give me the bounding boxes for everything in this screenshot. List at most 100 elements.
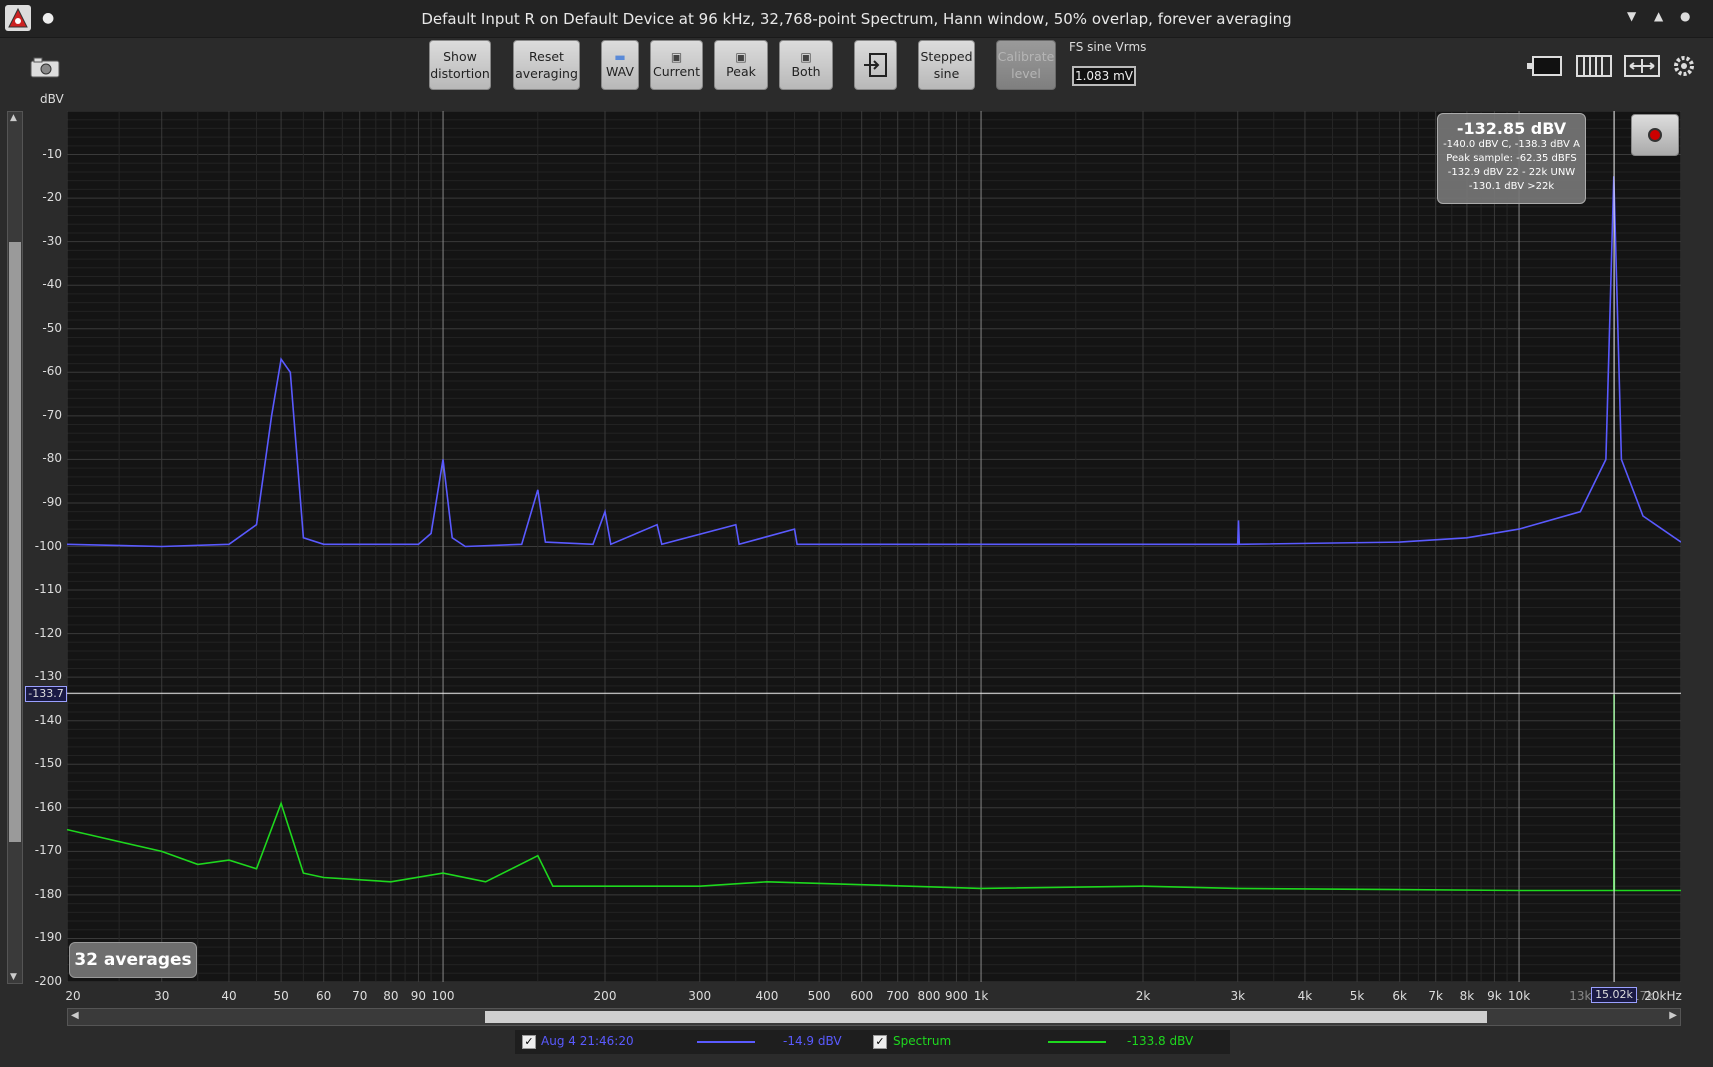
readout-line: -140.0 dBV C, -138.3 dBV A <box>1443 139 1580 150</box>
calibrate-level-button[interactable]: Calibrate level <box>996 40 1056 90</box>
wav-label: WAV <box>606 63 634 79</box>
fs-sine-input[interactable]: 1.083 mV <box>1072 66 1136 86</box>
y-tick-label: -40 <box>42 277 62 292</box>
camera-icon[interactable] <box>30 56 60 78</box>
x-tick-label: 9k <box>1487 989 1502 1003</box>
stepped-sine-button[interactable]: Stepped sine <box>918 40 975 90</box>
averages-badge: 32 averages <box>69 942 197 978</box>
x-tick-label: 20kHz <box>1644 989 1682 1003</box>
x-tick-label: 400 <box>755 989 779 1003</box>
show-distortion-label-2: distortion <box>430 66 490 81</box>
y-tick-label: -80 <box>42 451 62 466</box>
stepped-sine-label-2: sine <box>933 66 960 81</box>
y-tick-label: -170 <box>34 843 62 858</box>
x-tick-label: 500 <box>807 989 831 1003</box>
scroll-left-icon[interactable]: ◀ <box>71 1010 79 1021</box>
trace1-checkbox[interactable]: ✓ <box>522 1035 536 1049</box>
trace1-swatch <box>697 1041 755 1043</box>
fs-sine-label: FS sine Vrms <box>1069 40 1147 54</box>
legend-bar: ✓ Aug 4 21:46:20 -14.9 dBV ✓ Spectrum -1… <box>515 1030 1230 1054</box>
x-tick-label: 10k <box>1507 989 1531 1003</box>
trace1-value: -14.9 dBV <box>783 1034 842 1048</box>
y-tick-label: -100 <box>34 538 62 553</box>
level-readout-panel: -132.85 dBV -140.0 dBV C, -138.3 dBV A P… <box>1437 113 1586 204</box>
maximize-icon[interactable]: ▲ <box>1654 9 1663 23</box>
fullscreen-icon[interactable] <box>1624 53 1660 79</box>
stepped-sine-label-1: Stepped <box>920 49 973 64</box>
x-tick-label: 600 <box>850 989 874 1003</box>
y-tick-label: -110 <box>34 582 62 597</box>
scroll-down-icon[interactable]: ▼ <box>10 972 17 982</box>
close-icon[interactable]: ● <box>1680 9 1690 23</box>
x-tick-label: 5k <box>1349 989 1365 1003</box>
folder-icon: ▬ <box>614 49 626 64</box>
y-tick-label: -140 <box>34 712 62 727</box>
vertical-scrollbar[interactable]: ▲ ▼ <box>7 111 23 984</box>
x-tick-label: 80 <box>383 989 399 1003</box>
wav-button[interactable]: ▬ WAV <box>601 40 639 90</box>
x-tick-label: 200 <box>593 989 617 1003</box>
trace2-swatch <box>1048 1041 1106 1043</box>
y-tick-label: -20 <box>42 190 62 205</box>
import-button[interactable] <box>854 40 897 90</box>
x-tick-label: 4k <box>1297 989 1313 1003</box>
cursor-x-readout: 15.02k <box>1591 987 1637 1003</box>
series-line-spectrum <box>67 694 1681 892</box>
y-tick-label: -120 <box>34 625 62 640</box>
y-tick-label: -70 <box>42 407 62 422</box>
x-tick-label: 2k <box>1135 989 1151 1003</box>
save-peak-button[interactable]: ▣ Peak <box>714 40 768 90</box>
x-tick-label: 1k <box>973 989 989 1003</box>
save-icon: ▣ <box>800 49 812 64</box>
x-tick-label: 900 <box>944 989 968 1003</box>
readout-line: -130.1 dBV >22k <box>1468 181 1555 192</box>
screen-layout-icon[interactable] <box>1527 53 1565 79</box>
x-tick-label: 700 <box>886 989 910 1003</box>
x-tick-label: 6k <box>1392 989 1407 1003</box>
save-both-button[interactable]: ▣ Both <box>779 40 833 90</box>
calibrate-label-2: level <box>1011 66 1041 81</box>
horizontal-scroll-thumb[interactable] <box>485 1011 1487 1023</box>
calibrate-label-1: Calibrate <box>997 49 1055 64</box>
trace2-label: Spectrum <box>893 1034 952 1048</box>
save-current-button[interactable]: ▣ Current <box>650 40 703 90</box>
y-axis-unit: dBV <box>40 92 64 106</box>
gear-icon[interactable] <box>1672 53 1696 79</box>
y-tick-label: -200 <box>34 974 62 988</box>
x-tick-label: 7k <box>1428 989 1443 1003</box>
scroll-right-icon[interactable]: ▶ <box>1669 1010 1677 1021</box>
reset-averaging-label-1: Reset <box>529 49 564 64</box>
bars-view-icon[interactable] <box>1576 53 1612 79</box>
x-tick-label: 20 <box>65 989 81 1003</box>
y-tick-label: -30 <box>42 233 62 248</box>
show-distortion-button[interactable]: Show distortion <box>429 40 491 90</box>
window-title: Default Input R on Default Device at 96 … <box>421 10 1292 28</box>
record-button[interactable] <box>1631 114 1679 156</box>
x-tick-label: 13k <box>1569 989 1592 1003</box>
readout-line: -132.9 dBV 22 - 22k UNW <box>1447 167 1576 178</box>
x-tick-label: 800 <box>917 989 941 1003</box>
scroll-up-icon[interactable]: ▲ <box>10 113 17 123</box>
x-tick-label: 8k <box>1459 989 1475 1003</box>
vertical-scroll-thumb[interactable] <box>9 242 21 842</box>
trace2-value: -133.8 dBV <box>1127 1034 1194 1048</box>
series-line-reference <box>67 176 1681 548</box>
trace1-label: Aug 4 21:46:20 <box>541 1034 634 1048</box>
cursor-y-readout: -133.7 <box>25 686 67 702</box>
reset-averaging-button[interactable]: Reset averaging <box>513 40 580 90</box>
save-icon: ▣ <box>670 49 683 64</box>
y-tick-label: -10 <box>42 146 62 161</box>
y-tick-label: -130 <box>34 669 62 684</box>
readout-line: Peak sample: -62.35 dBFS <box>1446 153 1577 164</box>
spectrum-plot[interactable] <box>67 111 1681 982</box>
readout-value: -132.85 dBV <box>1456 119 1567 138</box>
y-tick-label: -160 <box>34 799 62 814</box>
title-bar: ● Default Input R on Default Device at 9… <box>0 0 1713 38</box>
show-distortion-label-1: Show <box>443 49 477 64</box>
minimize-icon[interactable]: ▼ <box>1627 9 1636 23</box>
horizontal-scrollbar[interactable]: ◀ ▶ <box>67 1008 1681 1026</box>
spectrum-plot-svg[interactable] <box>67 111 1681 982</box>
reset-averaging-label-2: averaging <box>515 66 578 81</box>
record-icon <box>1648 128 1662 142</box>
trace2-checkbox[interactable]: ✓ <box>873 1035 887 1049</box>
